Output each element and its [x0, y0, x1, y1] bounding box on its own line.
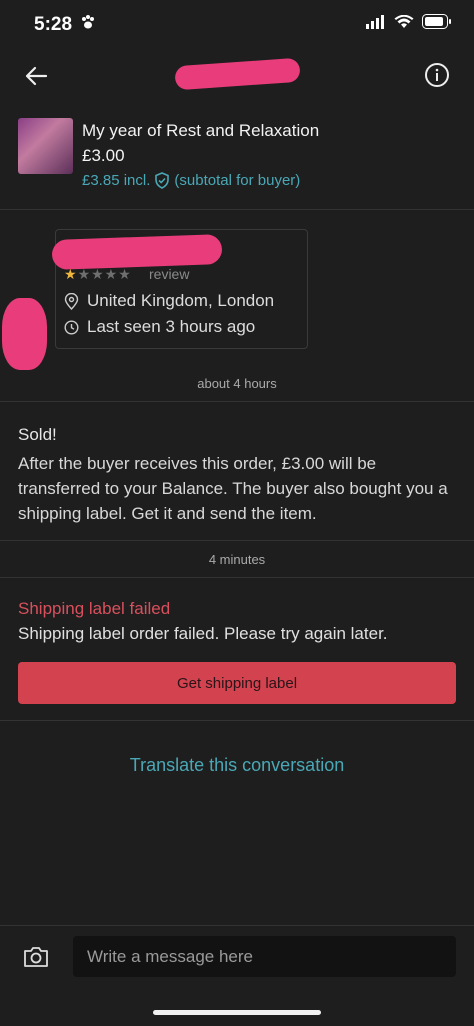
status-time: 5:28 [34, 14, 73, 35]
seller-last-seen-row: Last seen 3 hours ago [64, 317, 255, 337]
status-icons [366, 14, 452, 29]
divider [0, 577, 474, 578]
clock-icon [64, 319, 79, 335]
shield-icon [155, 172, 170, 189]
seller-location: United Kingdom, London [87, 291, 275, 310]
message-timestamp: about 4 hours [197, 376, 277, 391]
divider [0, 540, 474, 541]
seller-location-row: United Kingdom, London [64, 291, 274, 311]
redaction-username [174, 57, 301, 91]
rating-stars: ★★★★★ [64, 266, 132, 283]
price-note: (subtotal for buyer) [174, 172, 301, 189]
signal-icon [366, 14, 384, 29]
shipping-failed-title: Shipping label failed [18, 599, 171, 618]
sold-body: After the buyer receives this order, £3.… [18, 454, 448, 523]
arrow-left-icon [25, 66, 48, 86]
price-incl-value: £3.85 incl. [82, 172, 151, 189]
item-title: My year of Rest and Relaxation [82, 121, 320, 140]
info-icon [425, 63, 449, 87]
shipping-failed-body: Shipping label order failed. Please try … [18, 624, 388, 643]
battery-icon [422, 14, 451, 29]
divider [0, 720, 474, 721]
sold-title: Sold! [18, 425, 57, 444]
camera-button[interactable] [22, 944, 50, 970]
message-input[interactable] [73, 936, 456, 977]
location-pin-icon [64, 292, 79, 310]
paw-icon [80, 14, 96, 35]
get-shipping-label-button[interactable]: Get shipping label [18, 662, 456, 704]
price-incl-row[interactable]: £3.85 incl. (subtotal for buyer) [82, 172, 300, 189]
camera-icon [24, 947, 48, 967]
redaction-avatar [2, 298, 47, 370]
star-empty-icon: ★★★★ [77, 266, 132, 282]
review-count: review [149, 266, 190, 282]
home-indicator [153, 1010, 321, 1015]
message-timestamp: 4 minutes [208, 552, 266, 567]
redaction-seller-name [51, 234, 223, 270]
wifi-icon [394, 14, 414, 28]
seller-last-seen: Last seen 3 hours ago [87, 317, 256, 336]
item-price: £3.00 [82, 146, 125, 165]
item-thumbnail[interactable] [18, 118, 73, 174]
back-button[interactable] [22, 62, 52, 90]
translate-conversation-link[interactable]: Translate this conversation [0, 755, 474, 776]
divider [0, 401, 474, 402]
info-button[interactable] [424, 62, 450, 88]
star-filled-icon: ★ [64, 266, 78, 282]
